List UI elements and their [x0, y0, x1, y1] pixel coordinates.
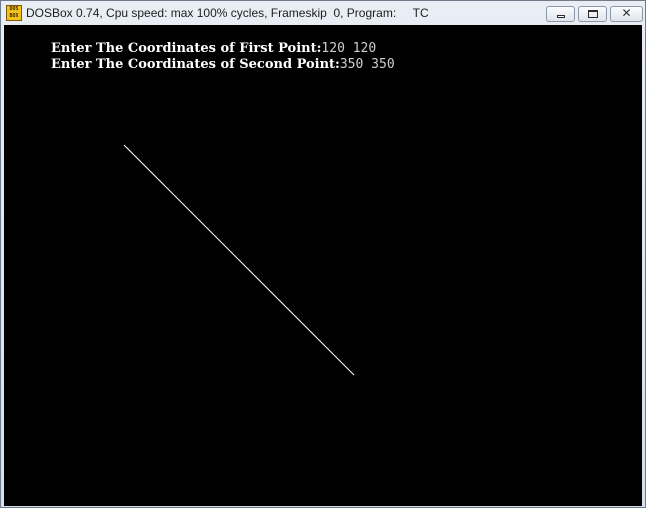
icon-text-top: DOS — [9, 6, 19, 12]
minimize-button[interactable] — [546, 6, 575, 22]
graphics-canvas — [123, 144, 355, 376]
maximize-button[interactable] — [578, 6, 607, 22]
close-button[interactable]: ✕ — [610, 6, 643, 22]
icon-text-bottom: BOX — [9, 13, 19, 19]
drawn-line — [123, 144, 355, 376]
window-title: DOSBox 0.74, Cpu speed: max 100% cycles,… — [26, 6, 429, 20]
dos-screen[interactable]: Enter The Coordinates of First Point:120… — [4, 25, 642, 506]
dosbox-icon[interactable]: DOS BOX — [6, 5, 22, 21]
title-bar[interactable]: DOS BOX DOSBox 0.74, Cpu speed: max 100%… — [1, 1, 645, 27]
close-icon: ✕ — [621, 6, 632, 20]
dosbox-window: DOS BOX DOSBox 0.74, Cpu speed: max 100%… — [0, 0, 646, 508]
